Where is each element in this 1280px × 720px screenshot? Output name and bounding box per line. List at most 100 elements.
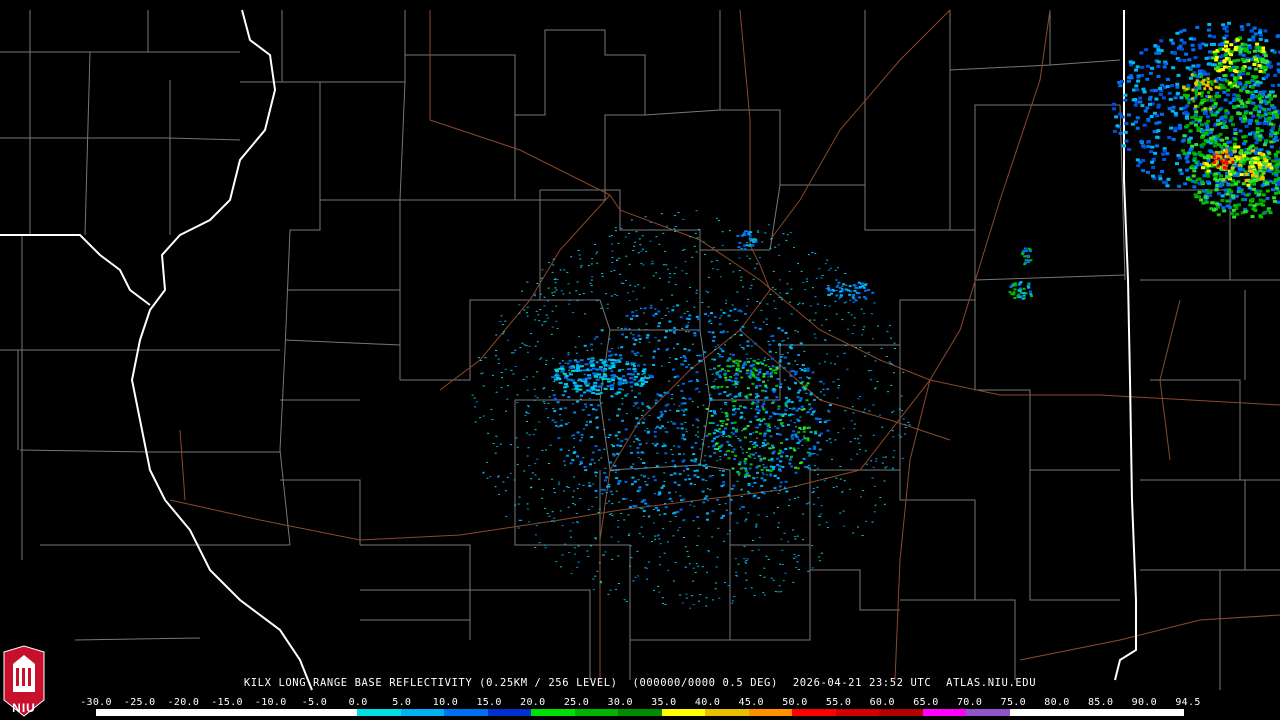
echo-pixel	[731, 364, 735, 367]
echo-pixel	[673, 347, 675, 349]
echo-pixel	[603, 364, 608, 367]
product-caption: KILX LONG RANGE BASE REFLECTIVITY (0.25K…	[0, 677, 1280, 691]
echo-pixel	[1243, 43, 1248, 47]
echo-pixel	[719, 431, 723, 434]
echo-pixel	[1142, 145, 1147, 149]
echo-pixel	[1253, 107, 1258, 111]
echo-pixel	[611, 243, 613, 245]
echo-pixel	[774, 308, 777, 309]
echo-pixel	[793, 553, 796, 555]
echo-pixel	[1238, 82, 1243, 86]
echo-pixel	[1253, 32, 1258, 36]
echo-pixel	[885, 356, 888, 357]
echo-pixel	[814, 312, 817, 314]
echo-pixel	[756, 437, 759, 439]
echo-pixel	[1177, 59, 1182, 63]
echo-pixel	[795, 409, 799, 412]
echo-pixel	[778, 364, 781, 366]
echo-pixel	[603, 472, 607, 474]
echo-pixel	[640, 500, 644, 503]
echo-pixel	[807, 570, 810, 572]
echo-pixel	[769, 435, 773, 438]
echo-pixel	[676, 343, 680, 346]
echo-pixel	[718, 374, 722, 377]
echo-pixel	[576, 352, 578, 354]
echo-pixel	[732, 448, 736, 451]
echo-pixel	[537, 314, 540, 316]
echo-pixel	[617, 480, 621, 483]
echo-pixel	[655, 442, 659, 445]
echo-pixel	[1239, 173, 1244, 177]
echo-pixel	[786, 406, 789, 408]
echo-pixel	[725, 423, 729, 426]
echo-pixel	[629, 445, 632, 447]
echo-pixel	[571, 403, 574, 405]
echo-pixel	[591, 451, 595, 454]
echo-pixel	[630, 219, 633, 221]
echo-pixel	[593, 381, 598, 384]
echo-pixel	[1247, 66, 1252, 70]
echo-pixel	[727, 434, 730, 436]
echo-pixel	[523, 309, 526, 311]
echo-pixel	[1258, 169, 1263, 173]
echo-pixel	[642, 410, 644, 412]
echo-pixel	[725, 509, 728, 511]
echo-pixel	[848, 285, 852, 288]
echo-pixel	[669, 273, 671, 275]
echo-pixel	[816, 441, 820, 444]
echo-pixel	[682, 435, 685, 437]
echo-pixel	[1261, 199, 1266, 203]
echo-pixel	[693, 306, 696, 308]
echo-pixel	[553, 397, 557, 400]
echo-pixel	[1201, 166, 1205, 170]
echo-pixel	[1193, 123, 1198, 127]
echo-pixel	[724, 344, 726, 346]
echo-pixel	[619, 354, 623, 357]
legend-tick-label: 45.0	[738, 697, 764, 708]
echo-pixel	[1111, 102, 1116, 106]
echo-pixel	[644, 466, 648, 469]
echo-pixel	[767, 359, 770, 360]
legend-tick-label: 80.0	[1044, 697, 1070, 708]
echo-pixel	[612, 454, 616, 456]
echo-pixel	[646, 405, 650, 408]
echo-pixel	[1028, 290, 1032, 293]
echo-pixel	[828, 289, 832, 292]
echo-pixel	[649, 240, 652, 242]
echo-pixel	[730, 431, 733, 433]
echo-pixel	[885, 456, 887, 458]
echo-pixel	[595, 416, 599, 419]
echo-pixel	[1249, 90, 1254, 94]
echo-pixel	[832, 381, 835, 383]
echo-pixel	[747, 455, 751, 458]
echo-pixel	[890, 337, 892, 339]
echo-pixel	[680, 363, 684, 366]
echo-pixel	[828, 330, 831, 332]
echo-pixel	[695, 387, 699, 390]
echo-pixel	[632, 405, 635, 407]
echo-pixel	[732, 484, 736, 487]
echo-pixel	[683, 360, 687, 362]
echo-pixel	[534, 429, 537, 431]
echo-pixel	[1223, 114, 1228, 118]
echo-pixel	[806, 369, 810, 372]
echo-pixel	[671, 500, 674, 502]
echo-pixel	[602, 375, 607, 378]
echo-pixel	[547, 417, 550, 419]
echo-pixel	[812, 503, 815, 505]
echo-pixel	[643, 499, 647, 502]
echo-pixel	[1218, 83, 1222, 87]
echo-pixel	[1146, 64, 1150, 68]
echo-pixel	[865, 520, 868, 522]
echo-pixel	[1209, 136, 1214, 140]
echo-pixel	[777, 327, 781, 330]
echo-pixel	[598, 459, 600, 461]
echo-pixel	[672, 368, 675, 371]
echo-pixel	[555, 289, 558, 291]
echo-pixel	[611, 348, 613, 350]
echo-pixel	[614, 353, 618, 356]
echo-pixel	[826, 527, 829, 528]
echo-pixel	[526, 281, 529, 283]
echo-pixel	[609, 354, 613, 357]
echo-pixel	[851, 333, 854, 334]
